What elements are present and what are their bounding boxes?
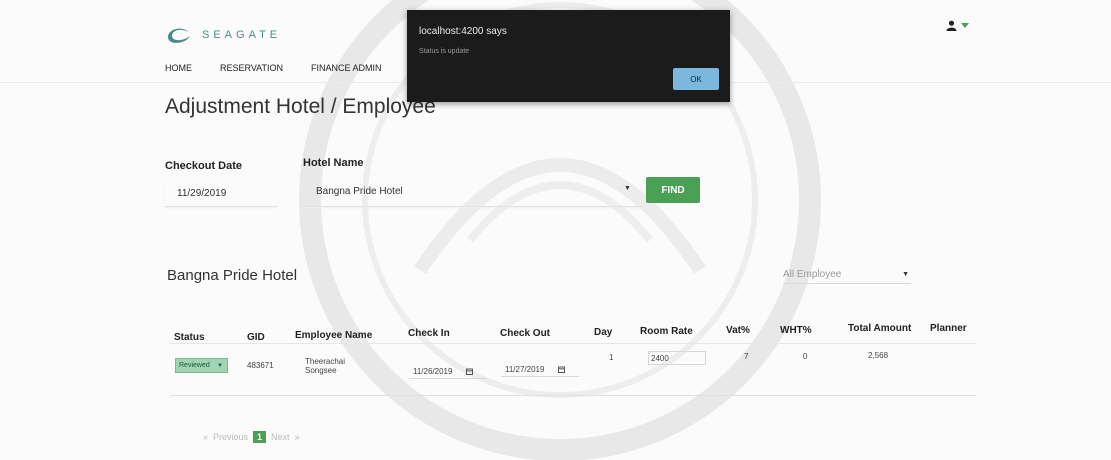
next-page-link[interactable]: Next: [271, 432, 290, 442]
th-vat: Vat%: [726, 325, 750, 336]
calendar-icon[interactable]: [466, 368, 474, 375]
cell-day: 1: [609, 353, 614, 362]
th-planner: Planner: [930, 323, 967, 334]
status-select[interactable]: Reviewed ▼: [175, 358, 228, 373]
user-menu[interactable]: [946, 20, 969, 31]
room-rate-input[interactable]: 2400: [648, 351, 706, 365]
status-caret-icon: ▼: [217, 362, 223, 369]
find-button[interactable]: FIND: [646, 177, 700, 203]
caret-down-icon: [961, 22, 969, 28]
hotel-name-label: Hotel Name: [303, 157, 364, 169]
check-out-date-input[interactable]: 11/27/2019: [501, 362, 579, 377]
th-check-out: Check Out: [500, 328, 551, 339]
dialog-message: Status is update: [419, 48, 470, 55]
th-employee-name: Employee Name: [295, 330, 373, 341]
dialog-ok-button[interactable]: OK: [673, 68, 719, 90]
th-day: Day: [594, 327, 613, 338]
cell-wht: 0: [803, 352, 808, 361]
nav-finance-admin[interactable]: FINANCE ADMIN: [311, 63, 382, 73]
main-nav: HOME RESERVATION FINANCE ADMIN: [165, 63, 410, 73]
brand-name: SEAGATE: [202, 29, 282, 41]
page-title: Adjustment Hotel / Employee: [165, 95, 436, 118]
employee-filter-value: All Employee: [783, 268, 842, 280]
calendar-icon[interactable]: [558, 366, 566, 373]
section-title: Bangna Pride Hotel: [167, 267, 298, 284]
cell-employee-name: Theerachai Songsee: [305, 357, 346, 375]
th-room-rate: Room Rate: [640, 326, 693, 337]
table-bottom-line: [170, 395, 976, 396]
cell-vat: 7: [744, 352, 749, 361]
hotel-name-value: Bangna Pride Hotel: [316, 185, 403, 197]
checkout-date-value: 11/29/2019: [177, 187, 227, 199]
hotel-select-caret-icon: ▼: [624, 185, 631, 192]
nav-reservation[interactable]: RESERVATION: [220, 63, 283, 73]
th-check-in: Check In: [408, 328, 450, 339]
brand-logo[interactable]: SEAGATE: [164, 24, 281, 46]
check-in-value: 11/26/2019: [413, 366, 453, 376]
check-in-date-input[interactable]: 11/26/2019: [409, 364, 487, 379]
dialog-title: localhost:4200 says: [419, 26, 507, 37]
next-arrow-icon: »: [294, 432, 300, 442]
status-value: Reviewed: [179, 362, 210, 369]
pagination: « Previous 1 Next »: [203, 431, 300, 443]
checkout-date-input[interactable]: 11/29/2019: [165, 180, 277, 207]
page-number-current[interactable]: 1: [253, 431, 267, 443]
header-divider-line: [170, 343, 976, 344]
table-header: Status GID Employee Name Check In Check …: [0, 322, 1111, 344]
employee-filter-caret-icon: ▼: [902, 270, 909, 278]
seagate-logo-icon: [168, 28, 190, 43]
nav-home[interactable]: HOME: [165, 63, 192, 73]
employee-filter-select[interactable]: All Employee ▼: [783, 265, 911, 284]
cell-total-amount: 2,568: [868, 351, 889, 360]
hotel-name-select[interactable]: Bangna Pride Hotel: [303, 176, 644, 207]
previous-page-link[interactable]: Previous: [213, 432, 248, 442]
cell-gid: 483671: [247, 361, 274, 370]
th-wht: WHT%: [780, 325, 812, 336]
user-icon: [946, 20, 957, 31]
th-gid: GID: [247, 332, 265, 343]
th-total-amount: Total Amount: [848, 323, 912, 334]
th-status: Status: [174, 332, 205, 343]
checkout-date-label: Checkout Date: [165, 160, 243, 172]
alert-dialog: localhost:4200 says Status is update OK: [407, 10, 730, 102]
check-out-value: 11/27/2019: [505, 364, 545, 374]
previous-arrow-icon: «: [203, 432, 209, 442]
room-rate-value: 2400: [651, 353, 669, 363]
